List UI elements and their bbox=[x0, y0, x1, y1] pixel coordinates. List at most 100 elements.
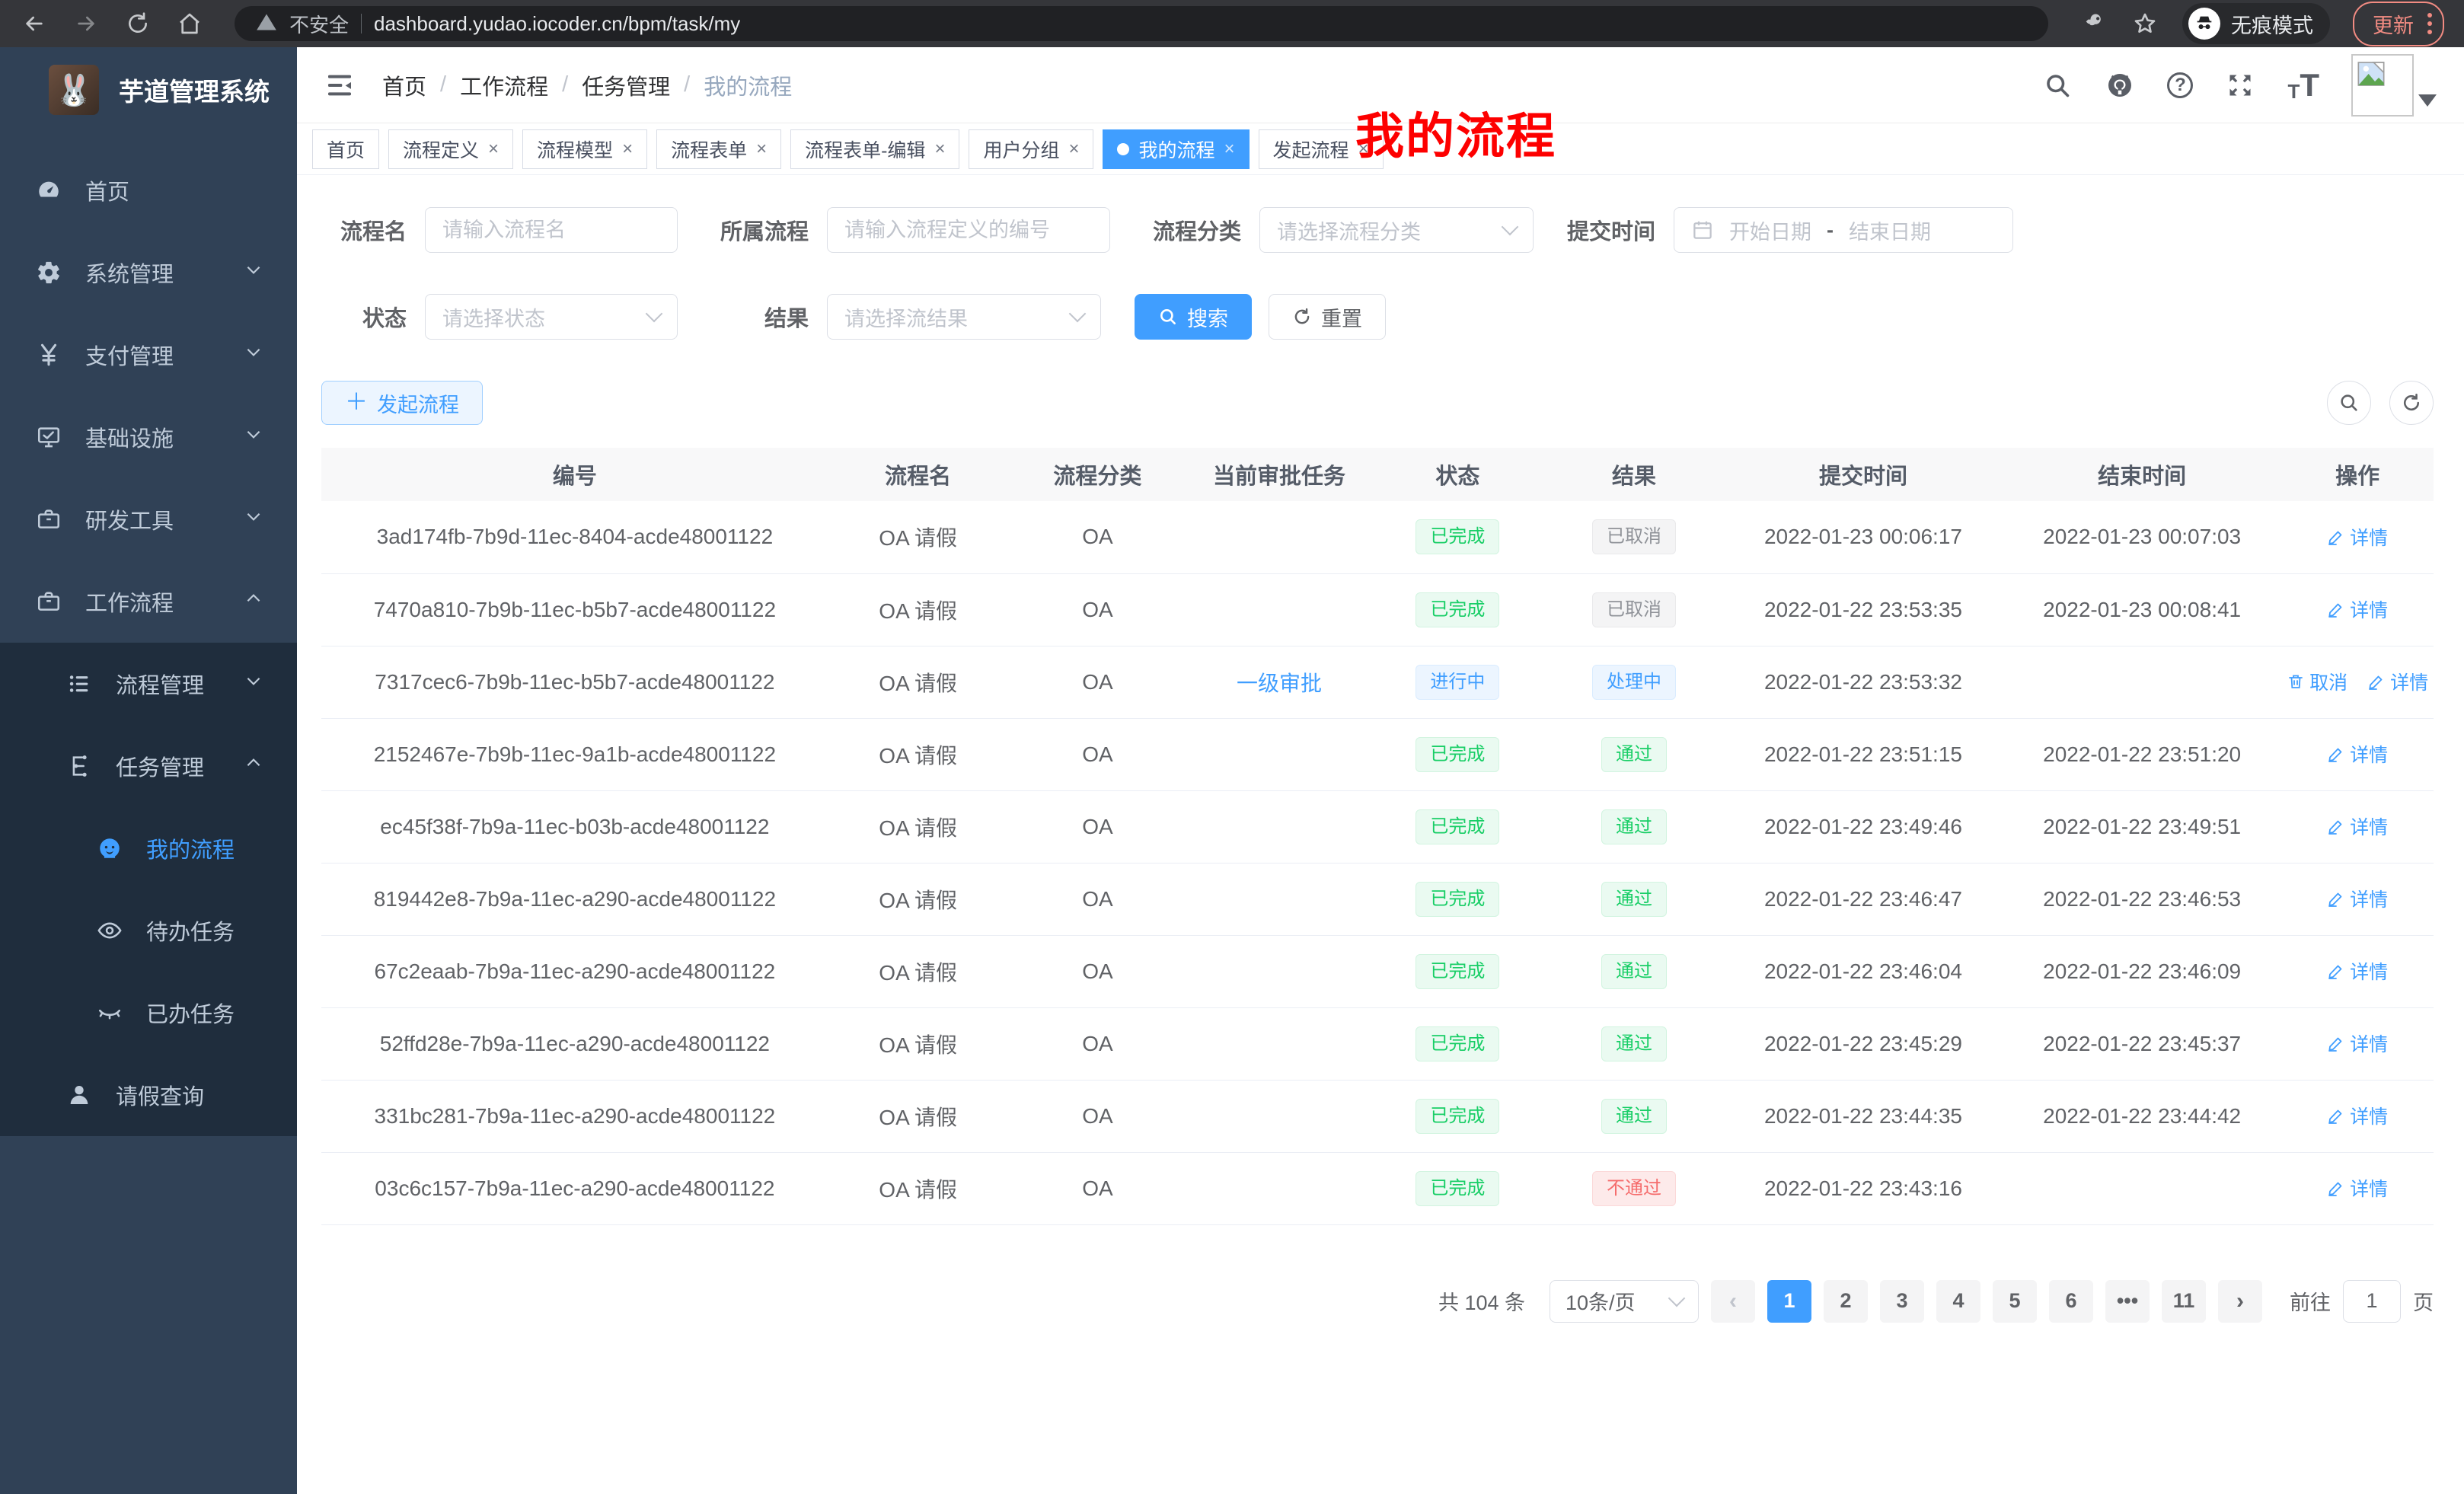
sidebar-item-leave-query[interactable]: 请假查询 bbox=[0, 1054, 297, 1136]
cell-category: OA bbox=[1008, 790, 1188, 863]
tab-process-form[interactable]: 流程表单 × bbox=[656, 129, 781, 169]
page-ellipsis[interactable]: ••• bbox=[2105, 1280, 2150, 1323]
sidebar-item-infrastructure[interactable]: 基础设施 bbox=[0, 396, 297, 478]
close-icon[interactable]: × bbox=[622, 140, 633, 158]
detail-link[interactable]: 详情 bbox=[2327, 1174, 2388, 1202]
show-search-icon[interactable] bbox=[2327, 381, 2371, 425]
tab-my-process[interactable]: 我的流程 × bbox=[1103, 129, 1249, 169]
github-icon[interactable] bbox=[2105, 70, 2135, 101]
result-badge: 已取消 bbox=[1592, 592, 1676, 627]
detail-link[interactable]: 详情 bbox=[2327, 957, 2388, 985]
sidebar-item-done-tasks[interactable]: 已办任务 bbox=[0, 972, 297, 1054]
chrome-update-button[interactable]: 更新 bbox=[2353, 2, 2444, 46]
sidebar-item-task-management[interactable]: 任务管理 bbox=[0, 725, 297, 807]
status-badge: 已完成 bbox=[1416, 809, 1499, 844]
page-button-4[interactable]: 4 bbox=[1936, 1280, 1980, 1323]
process-definition-input[interactable] bbox=[827, 207, 1110, 253]
avatar[interactable] bbox=[2351, 54, 2414, 117]
detail-link[interactable]: 详情 bbox=[2367, 668, 2428, 695]
refresh-icon[interactable] bbox=[2389, 381, 2434, 425]
font-size-icon[interactable]: TT bbox=[2287, 69, 2319, 101]
page-button-11[interactable]: 11 bbox=[2162, 1280, 2206, 1323]
reload-icon[interactable] bbox=[123, 9, 152, 38]
sidebar-item-todo-tasks[interactable]: 待办任务 bbox=[0, 889, 297, 972]
cell-submit-time: 2022-01-22 23:49:46 bbox=[1724, 790, 2003, 863]
tab-process-model[interactable]: 流程模型 × bbox=[522, 129, 647, 169]
task-link[interactable]: 一级审批 bbox=[1237, 672, 1322, 695]
detail-link[interactable]: 详情 bbox=[2327, 1030, 2388, 1057]
status-badge: 已完成 bbox=[1416, 519, 1499, 554]
forward-icon[interactable] bbox=[72, 9, 101, 38]
search-button[interactable]: 搜索 bbox=[1135, 294, 1252, 340]
status-select[interactable]: 请选择状态 bbox=[425, 294, 678, 340]
edit-icon bbox=[2367, 672, 2386, 691]
sidebar-toggle-icon[interactable] bbox=[324, 69, 358, 102]
breadcrumb-item[interactable]: 任务管理 bbox=[582, 69, 670, 101]
process-category-select[interactable]: 请选择流程分类 bbox=[1259, 207, 1534, 253]
fullscreen-icon[interactable] bbox=[2225, 70, 2255, 101]
bookmark-star-icon[interactable] bbox=[2130, 9, 2159, 38]
cancel-link[interactable]: 取消 bbox=[2287, 668, 2348, 695]
menu-kebab-icon[interactable] bbox=[2427, 13, 2432, 34]
tab-home[interactable]: 首页 bbox=[312, 129, 379, 169]
start-process-button[interactable]: ＋ 发起流程 bbox=[321, 381, 483, 425]
sidebar-item-home[interactable]: 首页 bbox=[0, 149, 297, 231]
key-icon[interactable] bbox=[2079, 9, 2108, 38]
page-button-6[interactable]: 6 bbox=[2049, 1280, 2093, 1323]
breadcrumb-item[interactable]: 工作流程 bbox=[460, 69, 548, 101]
prev-page-button[interactable]: ‹ bbox=[1711, 1280, 1755, 1323]
close-icon[interactable]: × bbox=[488, 140, 499, 158]
next-page-button[interactable]: › bbox=[2218, 1280, 2262, 1323]
sidebar-item-process-management[interactable]: 流程管理 bbox=[0, 643, 297, 725]
submit-time-range-picker[interactable]: 开始日期 - 结束日期 bbox=[1674, 207, 2013, 253]
tab-process-form-edit[interactable]: 流程表单-编辑 × bbox=[790, 129, 959, 169]
page-button-3[interactable]: 3 bbox=[1880, 1280, 1924, 1323]
table-row: 67c2eaab-7b9a-11ec-a290-acde48001122 OA … bbox=[321, 935, 2434, 1007]
app-logo-row[interactable]: 🐰 芋道管理系统 bbox=[0, 47, 297, 132]
cell-actions: 详情 bbox=[2281, 573, 2434, 646]
detail-link[interactable]: 详情 bbox=[2327, 740, 2388, 768]
detail-link[interactable]: 详情 bbox=[2327, 885, 2388, 912]
cell-submit-time: 2022-01-23 00:06:17 bbox=[1724, 501, 2003, 573]
avatar-caret-icon[interactable] bbox=[2418, 94, 2437, 107]
back-icon[interactable] bbox=[20, 9, 49, 38]
warning-icon[interactable] bbox=[256, 11, 277, 37]
address-bar[interactable]: 不安全 dashboard.yudao.iocoder.cn/bpm/task/… bbox=[235, 6, 2048, 41]
status-badge: 已完成 bbox=[1416, 1099, 1499, 1134]
flow-share-icon bbox=[64, 751, 94, 781]
page-size-select[interactable]: 10条/页 bbox=[1550, 1280, 1699, 1323]
reset-button[interactable]: 重置 bbox=[1269, 294, 1386, 340]
table-row: 819442e8-7b9a-11ec-a290-acde48001122 OA … bbox=[321, 863, 2434, 935]
sidebar-item-payment-management[interactable]: 支付管理 bbox=[0, 314, 297, 396]
process-name-input[interactable] bbox=[425, 207, 678, 253]
breadcrumb: 首页/工作流程/任务管理/我的流程 bbox=[382, 69, 792, 101]
close-icon[interactable]: × bbox=[1068, 140, 1079, 158]
cell-status: 已完成 bbox=[1371, 1152, 1544, 1224]
detail-link[interactable]: 详情 bbox=[2327, 1102, 2388, 1129]
cell-end-time: 2022-01-22 23:51:20 bbox=[2003, 718, 2281, 790]
table-body: 3ad174fb-7b9d-11ec-8404-acde48001122 OA … bbox=[321, 501, 2434, 1224]
goto-page-input[interactable]: 1 bbox=[2343, 1280, 2401, 1323]
close-icon[interactable]: × bbox=[1224, 140, 1235, 158]
home-icon[interactable] bbox=[175, 9, 204, 38]
column-header: 当前审批任务 bbox=[1187, 448, 1371, 501]
page-button-1[interactable]: 1 bbox=[1767, 1280, 1811, 1323]
sidebar-item-system-management[interactable]: 系统管理 bbox=[0, 231, 297, 314]
breadcrumb-item[interactable]: 首页 bbox=[382, 69, 426, 101]
page-button-5[interactable]: 5 bbox=[1993, 1280, 2037, 1323]
sidebar-item-dev-tools[interactable]: 研发工具 bbox=[0, 478, 297, 560]
tab-process-definition[interactable]: 流程定义 × bbox=[388, 129, 513, 169]
detail-link[interactable]: 详情 bbox=[2327, 595, 2388, 623]
close-icon[interactable]: × bbox=[756, 140, 767, 158]
sidebar-item-workflow[interactable]: 工作流程 bbox=[0, 560, 297, 643]
close-icon[interactable]: × bbox=[934, 140, 945, 158]
tab-user-group[interactable]: 用户分组 × bbox=[969, 129, 1093, 169]
help-icon[interactable]: ? bbox=[2167, 72, 2193, 98]
detail-link[interactable]: 详情 bbox=[2327, 812, 2388, 840]
header-search-icon[interactable] bbox=[2042, 70, 2073, 101]
sidebar-item-my-process[interactable]: 我的流程 bbox=[0, 807, 297, 889]
page-button-2[interactable]: 2 bbox=[1824, 1280, 1868, 1323]
result-select[interactable]: 请选择流结果 bbox=[827, 294, 1101, 340]
detail-link[interactable]: 详情 bbox=[2327, 523, 2388, 551]
cell-result: 处理中 bbox=[1544, 646, 1724, 718]
